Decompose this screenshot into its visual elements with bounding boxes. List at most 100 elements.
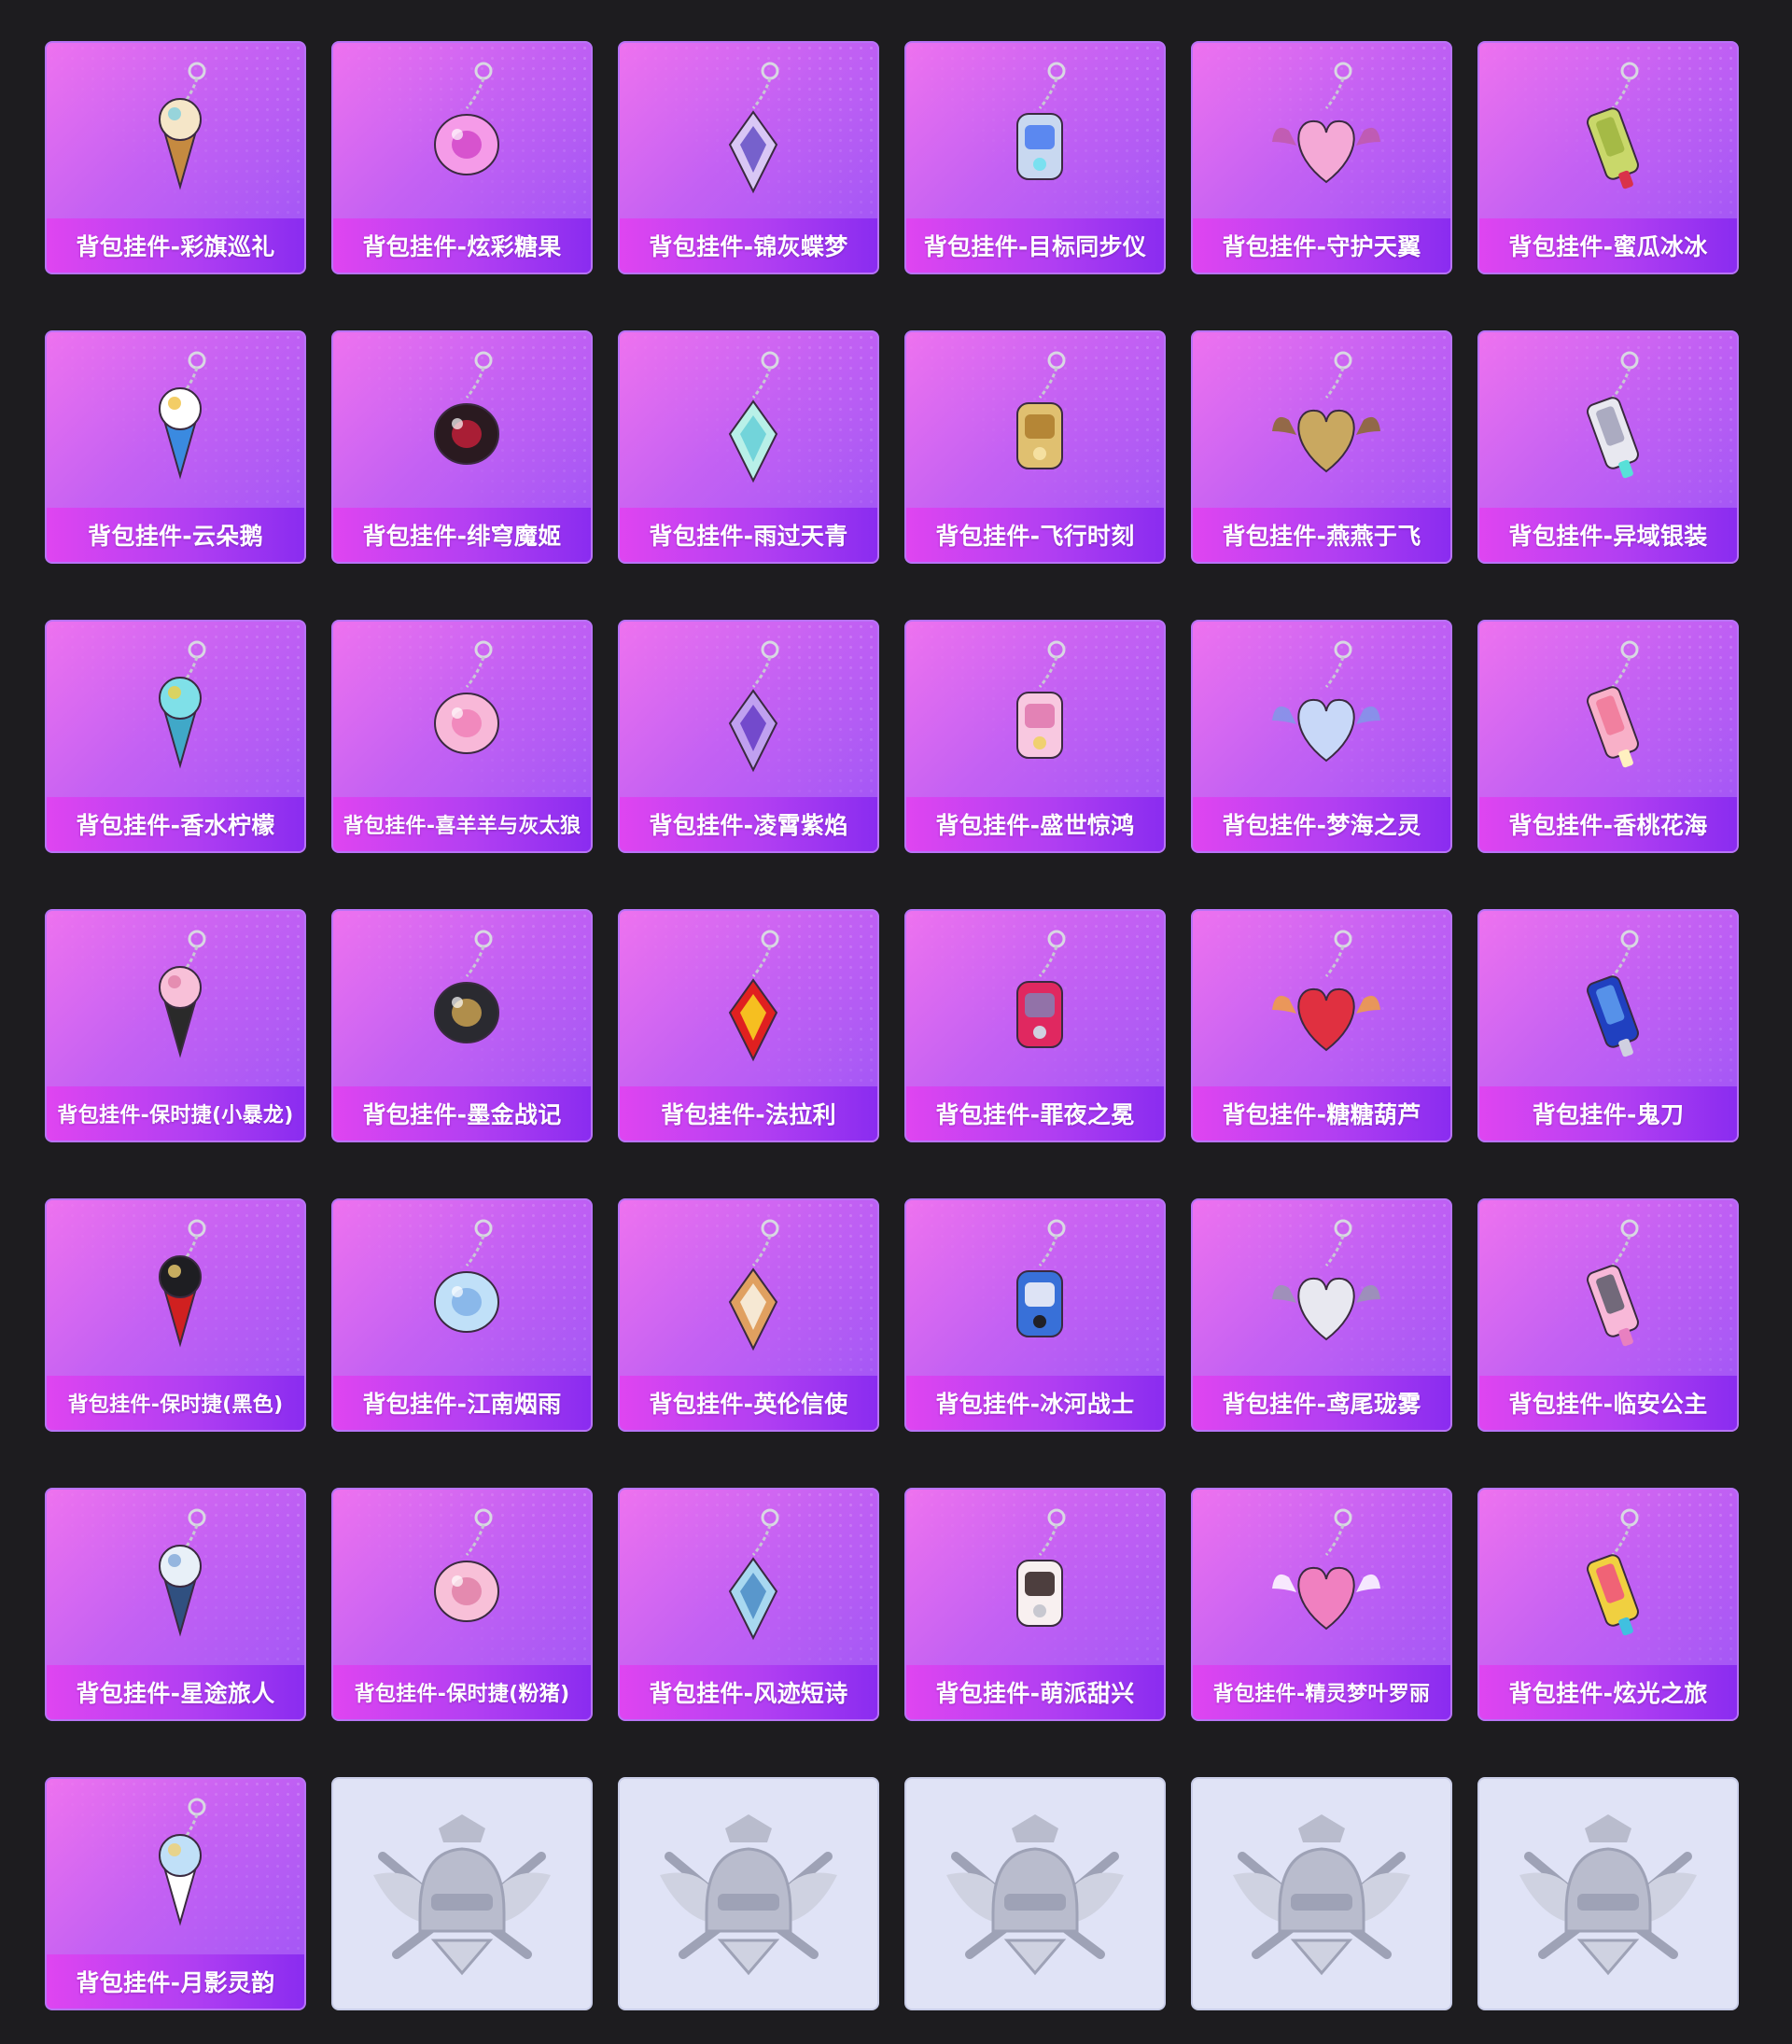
item-label: 背包挂件-目标同步仪: [923, 233, 1147, 260]
ferrari-shield-charm-icon: [728, 930, 779, 1062]
peach-blossom-charm-icon: [1587, 640, 1639, 768]
empty-slot: [331, 1777, 593, 2010]
item-label-bar: 背包挂件-炫光之旅: [1479, 1665, 1737, 1719]
pink-bow-charm-icon: [434, 640, 499, 754]
item-card[interactable]: 背包挂件-法拉利: [618, 909, 879, 1142]
item-card[interactable]: 背包挂件-冰河战士: [904, 1198, 1166, 1432]
item-label-bar: 背包挂件-鬼刀: [1479, 1086, 1737, 1141]
item-label-bar: 背包挂件-糖糖葫芦: [1193, 1086, 1450, 1141]
placeholder-emblem-icon: [373, 1814, 551, 1976]
item-label: 背包挂件-异域银装: [1508, 523, 1708, 550]
car-key-black-charm-icon: [159, 1219, 206, 1348]
item-label-bar: 背包挂件-风迹短诗: [620, 1665, 877, 1719]
empty-slot: [904, 1777, 1166, 2010]
item-card[interactable]: 背包挂件-梦海之灵: [1191, 620, 1452, 853]
item-card[interactable]: 背包挂件-飞行时刻: [904, 330, 1166, 564]
item-label: 背包挂件-香水柠檬: [76, 812, 275, 839]
item-card[interactable]: 背包挂件-凌霄紫焰: [618, 620, 879, 853]
item-card[interactable]: 背包挂件-月影灵韵: [45, 1777, 306, 2010]
item-card[interactable]: 背包挂件-风迹短诗: [618, 1488, 879, 1721]
item-card[interactable]: 背包挂件-锦灰蝶梦: [618, 41, 879, 274]
car-key-pink-charm-icon: [159, 930, 206, 1058]
blue-bag-charm-icon: [728, 1508, 779, 1641]
item-label-bar: 背包挂件-彩旗巡礼: [47, 218, 304, 273]
item-card[interactable]: 背包挂件-燕燕于飞: [1191, 330, 1452, 564]
item-label-bar: 背包挂件-精灵梦叶罗丽: [1193, 1665, 1450, 1719]
item-label: 背包挂件-燕燕于飞: [1222, 523, 1421, 550]
placeholder-emblem-icon: [660, 1814, 837, 1976]
flower-crown-charm-icon: [1016, 640, 1066, 759]
item-card[interactable]: 背包挂件-目标同步仪: [904, 41, 1166, 274]
item-label-bar: 背包挂件-英伦信使: [620, 1376, 877, 1430]
portrait-badge-charm-icon: [1016, 1508, 1066, 1627]
item-label-bar: 背包挂件-保时捷(粉猪): [333, 1665, 591, 1719]
item-label: 背包挂件-炫彩糖果: [362, 233, 562, 260]
item-card[interactable]: 背包挂件-保时捷(粉猪): [331, 1488, 593, 1721]
item-card[interactable]: 背包挂件-糖糖葫芦: [1191, 909, 1452, 1142]
item-card[interactable]: 背包挂件-炫光之旅: [1477, 1488, 1739, 1721]
item-label-bar: 背包挂件-蜜瓜冰冰: [1479, 218, 1737, 273]
item-card[interactable]: 背包挂件-墨金战记: [331, 909, 593, 1142]
blue-flower-charm-icon: [434, 1219, 499, 1333]
item-card[interactable]: 背包挂件-绯穹魔姬: [331, 330, 593, 564]
item-label-bar: 背包挂件-异域银装: [1479, 508, 1737, 562]
item-label: 背包挂件-香桃花海: [1508, 812, 1708, 839]
rainbow-egg-charm-icon: [1587, 1508, 1639, 1636]
item-card[interactable]: 背包挂件-彩旗巡礼: [45, 41, 306, 274]
item-label: 背包挂件-梦海之灵: [1222, 812, 1421, 839]
pink-butterfly-arrow-charm-icon: [1587, 1219, 1639, 1347]
popsicle-charm-icon: [1587, 62, 1639, 189]
item-label: 背包挂件-守护天翼: [1222, 233, 1421, 260]
empty-slot: [618, 1777, 879, 2010]
goose-badge-charm-icon: [159, 351, 206, 480]
item-label: 背包挂件-蜜瓜冰冰: [1508, 233, 1708, 260]
item-card[interactable]: 背包挂件-鸢尾珑雾: [1191, 1198, 1452, 1432]
silver-wing-charm-icon: [1587, 351, 1639, 479]
item-label-bar: 背包挂件-保时捷(黑色): [47, 1376, 304, 1430]
dark-wing-charm-icon: [434, 351, 499, 465]
item-card[interactable]: 背包挂件-守护天翼: [1191, 41, 1452, 274]
item-label: 背包挂件-萌派甜兴: [935, 1680, 1135, 1707]
item-label: 背包挂件-墨金战记: [362, 1101, 562, 1128]
item-card[interactable]: 背包挂件-英伦信使: [618, 1198, 879, 1432]
item-card[interactable]: 背包挂件-云朵鹅: [45, 330, 306, 564]
item-label: 背包挂件-喜羊羊与灰太狼: [343, 815, 581, 838]
item-label-bar: 背包挂件-喜羊羊与灰太狼: [333, 797, 591, 851]
item-card[interactable]: 背包挂件-异域银装: [1477, 330, 1739, 564]
item-label: 背包挂件-保时捷(粉猪): [354, 1683, 570, 1706]
item-card[interactable]: 背包挂件-香桃花海: [1477, 620, 1739, 853]
item-card[interactable]: 背包挂件-临安公主: [1477, 1198, 1739, 1432]
item-card[interactable]: 背包挂件-保时捷(黑色): [45, 1198, 306, 1432]
item-card[interactable]: 背包挂件-星途旅人: [45, 1488, 306, 1721]
item-label-bar: 背包挂件-保时捷(小暴龙): [47, 1086, 304, 1141]
item-card[interactable]: 背包挂件-盛世惊鸿: [904, 620, 1166, 853]
item-card[interactable]: 背包挂件-雨过天青: [618, 330, 879, 564]
item-label-bar: 背包挂件-罪夜之冕: [906, 1086, 1164, 1141]
item-card[interactable]: 背包挂件-蜜瓜冰冰: [1477, 41, 1739, 274]
moon-rabbit-charm-icon: [159, 1798, 206, 1926]
item-label-bar: 背包挂件-香水柠檬: [47, 797, 304, 851]
item-label: 背包挂件-鸢尾珑雾: [1222, 1391, 1421, 1418]
item-card[interactable]: 背包挂件-鬼刀: [1477, 909, 1739, 1142]
candied-hawthorn-charm-icon: [1272, 930, 1380, 1052]
item-label-bar: 背包挂件-云朵鹅: [47, 508, 304, 562]
item-label: 背包挂件-月影灵韵: [76, 1969, 275, 1996]
item-card[interactable]: 背包挂件-江南烟雨: [331, 1198, 593, 1432]
item-label-bar: 背包挂件-星途旅人: [47, 1665, 304, 1719]
butterfly-tassel-charm-icon: [728, 62, 779, 194]
item-card[interactable]: 背包挂件-萌派甜兴: [904, 1488, 1166, 1721]
item-card[interactable]: 背包挂件-炫彩糖果: [331, 41, 593, 274]
winged-heart-bow-charm-icon: [1272, 1508, 1380, 1631]
item-label: 背包挂件-飞行时刻: [935, 523, 1135, 550]
item-label: 背包挂件-临安公主: [1508, 1391, 1708, 1418]
item-card[interactable]: 背包挂件-精灵梦叶罗丽: [1191, 1488, 1452, 1721]
item-card[interactable]: 背包挂件-喜羊羊与灰太狼: [331, 620, 593, 853]
placeholder-emblem-icon: [946, 1814, 1124, 1976]
item-card[interactable]: 背包挂件-香水柠檬: [45, 620, 306, 853]
swallow-charm-icon: [1272, 351, 1380, 473]
robot-charm-icon: [1016, 1219, 1066, 1337]
silver-butterfly-charm-icon: [1272, 1219, 1380, 1341]
item-card[interactable]: 背包挂件-保时捷(小暴龙): [45, 909, 306, 1142]
item-card[interactable]: 背包挂件-罪夜之冕: [904, 909, 1166, 1142]
item-label-bar: 背包挂件-临安公主: [1479, 1376, 1737, 1430]
